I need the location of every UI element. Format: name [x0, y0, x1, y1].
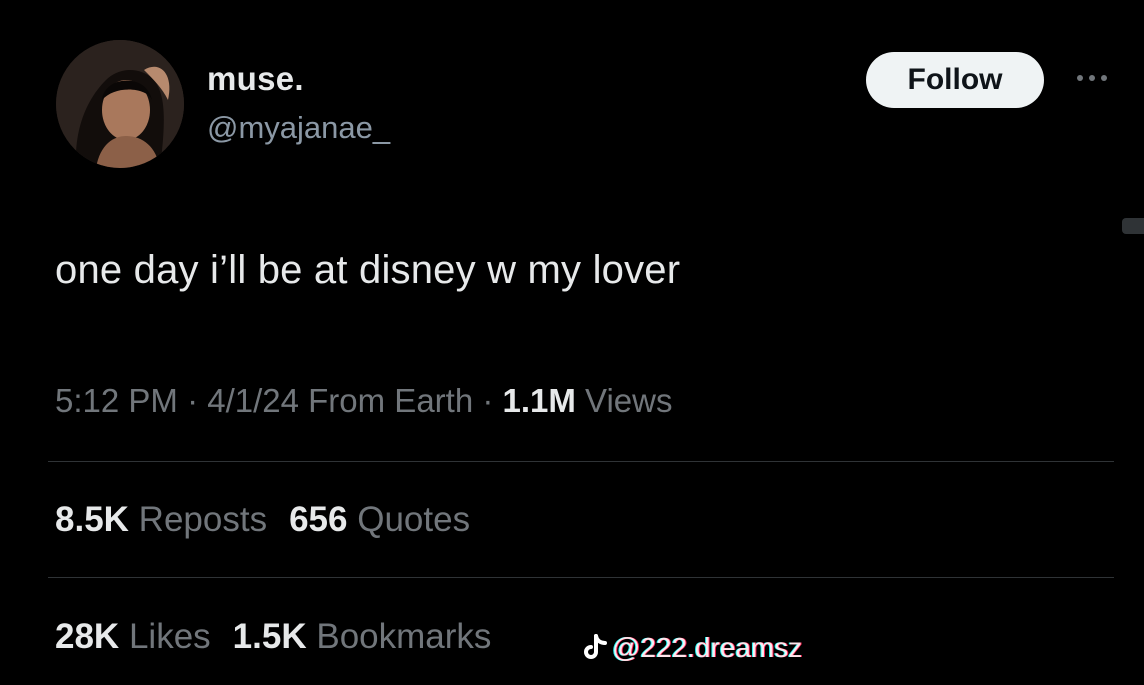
display-name[interactable]: muse. — [207, 60, 304, 98]
divider — [48, 461, 1114, 462]
user-handle[interactable]: @myajanae_ — [207, 110, 390, 146]
likes-count: 28K — [55, 617, 120, 656]
tweet-meta: 5:12 PM · 4/1/24 From Earth · 1.1M Views — [55, 382, 673, 420]
likes-label: Likes — [128, 617, 211, 656]
likes-stat[interactable]: 28K Likes — [55, 617, 211, 656]
stats-row-reposts: 8.5K Reposts 656 Quotes — [55, 500, 492, 540]
reposts-label: Reposts — [138, 500, 268, 539]
tweet-date[interactable]: 4/1/24 — [207, 382, 299, 419]
avatar[interactable] — [56, 40, 184, 168]
tweet-time[interactable]: 5:12 PM — [55, 382, 178, 419]
reposts-stat[interactable]: 8.5K Reposts — [55, 500, 267, 539]
bookmarks-label: Bookmarks — [316, 617, 492, 656]
quotes-stat[interactable]: 656 Quotes — [289, 500, 470, 539]
stats-row-likes: 28K Likes 1.5K Bookmarks — [55, 617, 513, 657]
meta-separator: · — [177, 382, 208, 419]
watermark: @222.dreamsz — [582, 632, 802, 664]
views-label: Views — [575, 382, 673, 419]
quotes-label: Quotes — [357, 500, 471, 539]
quotes-count: 656 — [289, 500, 348, 539]
watermark-text: @222.dreamsz — [612, 632, 803, 663]
tiktok-icon — [584, 634, 607, 659]
bookmarks-stat[interactable]: 1.5K Bookmarks — [233, 617, 492, 656]
meta-separator: · — [473, 382, 503, 419]
more-options-icon[interactable] — [1072, 68, 1112, 88]
views-count: 1.1M — [502, 382, 576, 419]
bookmarks-count: 1.5K — [232, 617, 307, 656]
follow-button[interactable]: Follow — [866, 52, 1044, 108]
reposts-count: 8.5K — [55, 500, 129, 539]
avatar-image — [56, 40, 184, 168]
tweet-text: one day i’ll be at disney w my lover — [55, 248, 681, 292]
scrollbar-thumb[interactable] — [1122, 218, 1144, 234]
divider — [48, 577, 1114, 578]
tweet-source: From Earth — [298, 382, 474, 419]
